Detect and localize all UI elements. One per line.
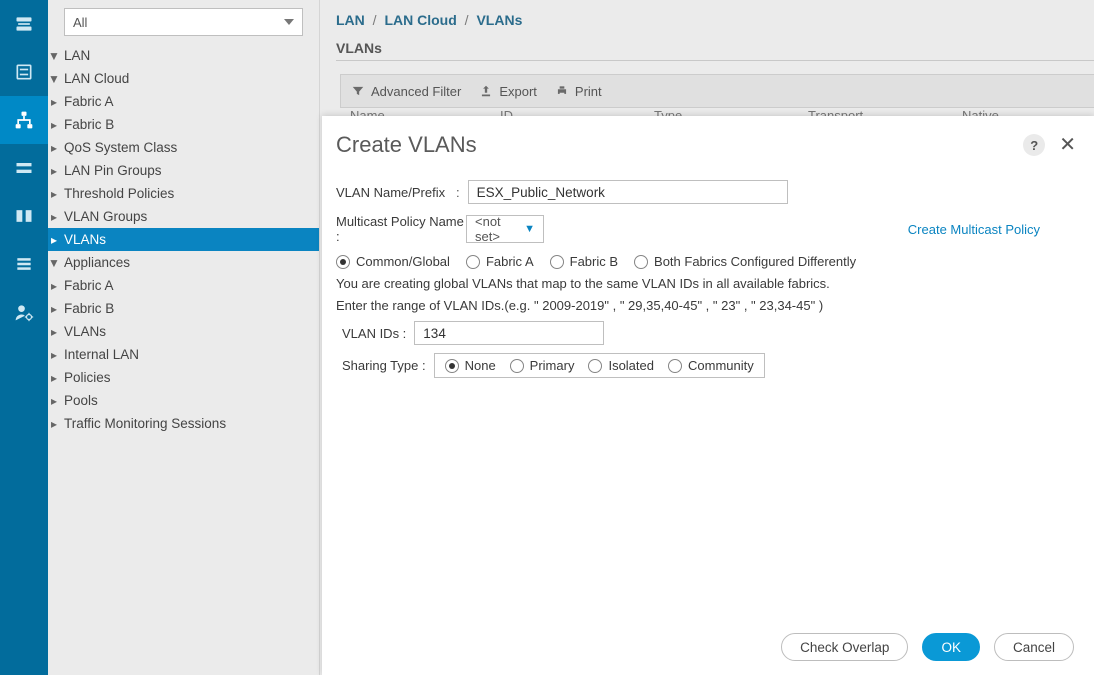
rail-item-admin[interactable]: [0, 288, 48, 336]
rail-item-servers[interactable]: [0, 48, 48, 96]
print-button[interactable]: Print: [555, 84, 602, 99]
rail-item-storage[interactable]: [0, 240, 48, 288]
mcast-policy-select[interactable]: <not set> ▼: [466, 215, 544, 243]
dialog-footer: Check Overlap OK Cancel: [322, 619, 1094, 675]
export-button[interactable]: Export: [479, 84, 537, 99]
crumb-vlans: VLANs: [476, 12, 522, 28]
icon-rail: [0, 0, 48, 675]
tree-node-app-fabric-b[interactable]: ▸Fabric B: [48, 297, 319, 320]
info-line-1: You are creating global VLANs that map t…: [336, 275, 1080, 293]
tree-node-fabric-a[interactable]: ▸Fabric A: [48, 90, 319, 113]
close-icon[interactable]: ✕: [1059, 135, 1076, 155]
panels-icon: [14, 206, 34, 226]
tree-node-vlan-groups[interactable]: ▸VLAN Groups: [48, 205, 319, 228]
filter-icon: [351, 84, 365, 98]
rail-item-lan[interactable]: [0, 96, 48, 144]
export-icon: [479, 84, 493, 98]
mcast-policy-value: <not set>: [475, 214, 524, 244]
breadcrumb: LAN / LAN Cloud / VLANs: [336, 12, 522, 28]
list-icon: [14, 254, 34, 274]
crumb-lan[interactable]: LAN: [336, 12, 365, 28]
divider: [336, 60, 1094, 61]
tree-node-pools[interactable]: ▸Pools: [48, 389, 319, 412]
filter-select-wrap: All: [64, 8, 303, 36]
tree-node-threshold[interactable]: ▸Threshold Policies: [48, 182, 319, 205]
check-overlap-button[interactable]: Check Overlap: [781, 633, 908, 661]
tree-node-lan-cloud[interactable]: ▼LAN Cloud: [48, 67, 319, 90]
create-mcast-policy-link[interactable]: Create Multicast Policy: [908, 222, 1040, 237]
print-icon: [555, 84, 569, 98]
sharing-community-radio[interactable]: Community: [668, 358, 754, 373]
vlan-name-label: VLAN Name/Prefix: [336, 185, 448, 200]
tree-node-vlans[interactable]: ▸VLANs: [48, 228, 319, 251]
chevron-down-icon: ▼: [524, 223, 535, 235]
rail-item-san[interactable]: [0, 144, 48, 192]
filter-select-value: All: [73, 15, 87, 30]
sharing-primary-radio[interactable]: Primary: [510, 358, 575, 373]
tree-node-pin-groups[interactable]: ▸LAN Pin Groups: [48, 159, 319, 182]
dialog-title: Create VLANs: [336, 132, 477, 158]
san-icon: [14, 158, 34, 178]
sharing-none-radio[interactable]: None: [445, 358, 496, 373]
page-title: VLANs: [336, 40, 382, 56]
tree-node-app-vlans[interactable]: ▸VLANs: [48, 320, 319, 343]
help-button[interactable]: ?: [1023, 134, 1045, 156]
vlan-ids-input[interactable]: [414, 321, 604, 345]
scope-radio-group: Common/Global Fabric A Fabric B Both Fab…: [336, 254, 1080, 269]
dialog-header: Create VLANs ? ✕: [322, 116, 1094, 166]
crumb-lan-cloud[interactable]: LAN Cloud: [384, 12, 456, 28]
tree-node-traffic[interactable]: ▸Traffic Monitoring Sessions: [48, 412, 319, 435]
sharing-radio-group: None Primary Isolated Community: [434, 353, 765, 378]
tree-node-appliances[interactable]: ▼Appliances: [48, 251, 319, 274]
chevron-down-icon: [284, 19, 294, 25]
tree-node-app-fabric-a[interactable]: ▸Fabric A: [48, 274, 319, 297]
create-vlans-dialog: Create VLANs ? ✕ VLAN Name/Prefix : Mult…: [322, 116, 1094, 675]
sharing-isolated-radio[interactable]: Isolated: [588, 358, 654, 373]
tree-node-fabric-b[interactable]: ▸Fabric B: [48, 113, 319, 136]
scope-fabric-b-radio[interactable]: Fabric B: [550, 254, 618, 269]
scope-fabric-a-radio[interactable]: Fabric A: [466, 254, 534, 269]
table-toolbar: Advanced Filter Export Print: [340, 74, 1094, 108]
advanced-filter-button[interactable]: Advanced Filter: [351, 84, 461, 99]
rail-item-equipment[interactable]: [0, 0, 48, 48]
sidebar: All ▼LAN ▼LAN Cloud ▸Fabric A ▸Fabric B …: [48, 0, 320, 675]
dialog-body: VLAN Name/Prefix : Multicast Policy Name…: [322, 166, 1094, 378]
server-icon: [14, 62, 34, 82]
tree-node-internal-lan[interactable]: ▸Internal LAN: [48, 343, 319, 366]
server-rack-icon: [14, 14, 34, 34]
network-icon: [14, 110, 34, 130]
mcast-policy-label: Multicast Policy Name :: [336, 214, 466, 244]
scope-both-radio[interactable]: Both Fabrics Configured Differently: [634, 254, 856, 269]
vlan-ids-label: VLAN IDs :: [342, 326, 406, 341]
nav-tree: ▼LAN ▼LAN Cloud ▸Fabric A ▸Fabric B ▸QoS…: [48, 44, 319, 435]
info-line-2: Enter the range of VLAN IDs.(e.g. " 2009…: [336, 297, 1080, 315]
filter-select[interactable]: All: [64, 8, 303, 36]
vlan-name-input[interactable]: [468, 180, 788, 204]
tree-node-lan[interactable]: ▼LAN: [48, 44, 319, 67]
tree-node-policies[interactable]: ▸Policies: [48, 366, 319, 389]
cancel-button[interactable]: Cancel: [994, 633, 1074, 661]
sharing-type-label: Sharing Type :: [342, 358, 426, 373]
user-gear-icon: [14, 302, 34, 322]
scope-common-radio[interactable]: Common/Global: [336, 254, 450, 269]
ok-button[interactable]: OK: [922, 633, 980, 661]
tree-node-qos[interactable]: ▸QoS System Class: [48, 136, 319, 159]
rail-item-vm[interactable]: [0, 192, 48, 240]
